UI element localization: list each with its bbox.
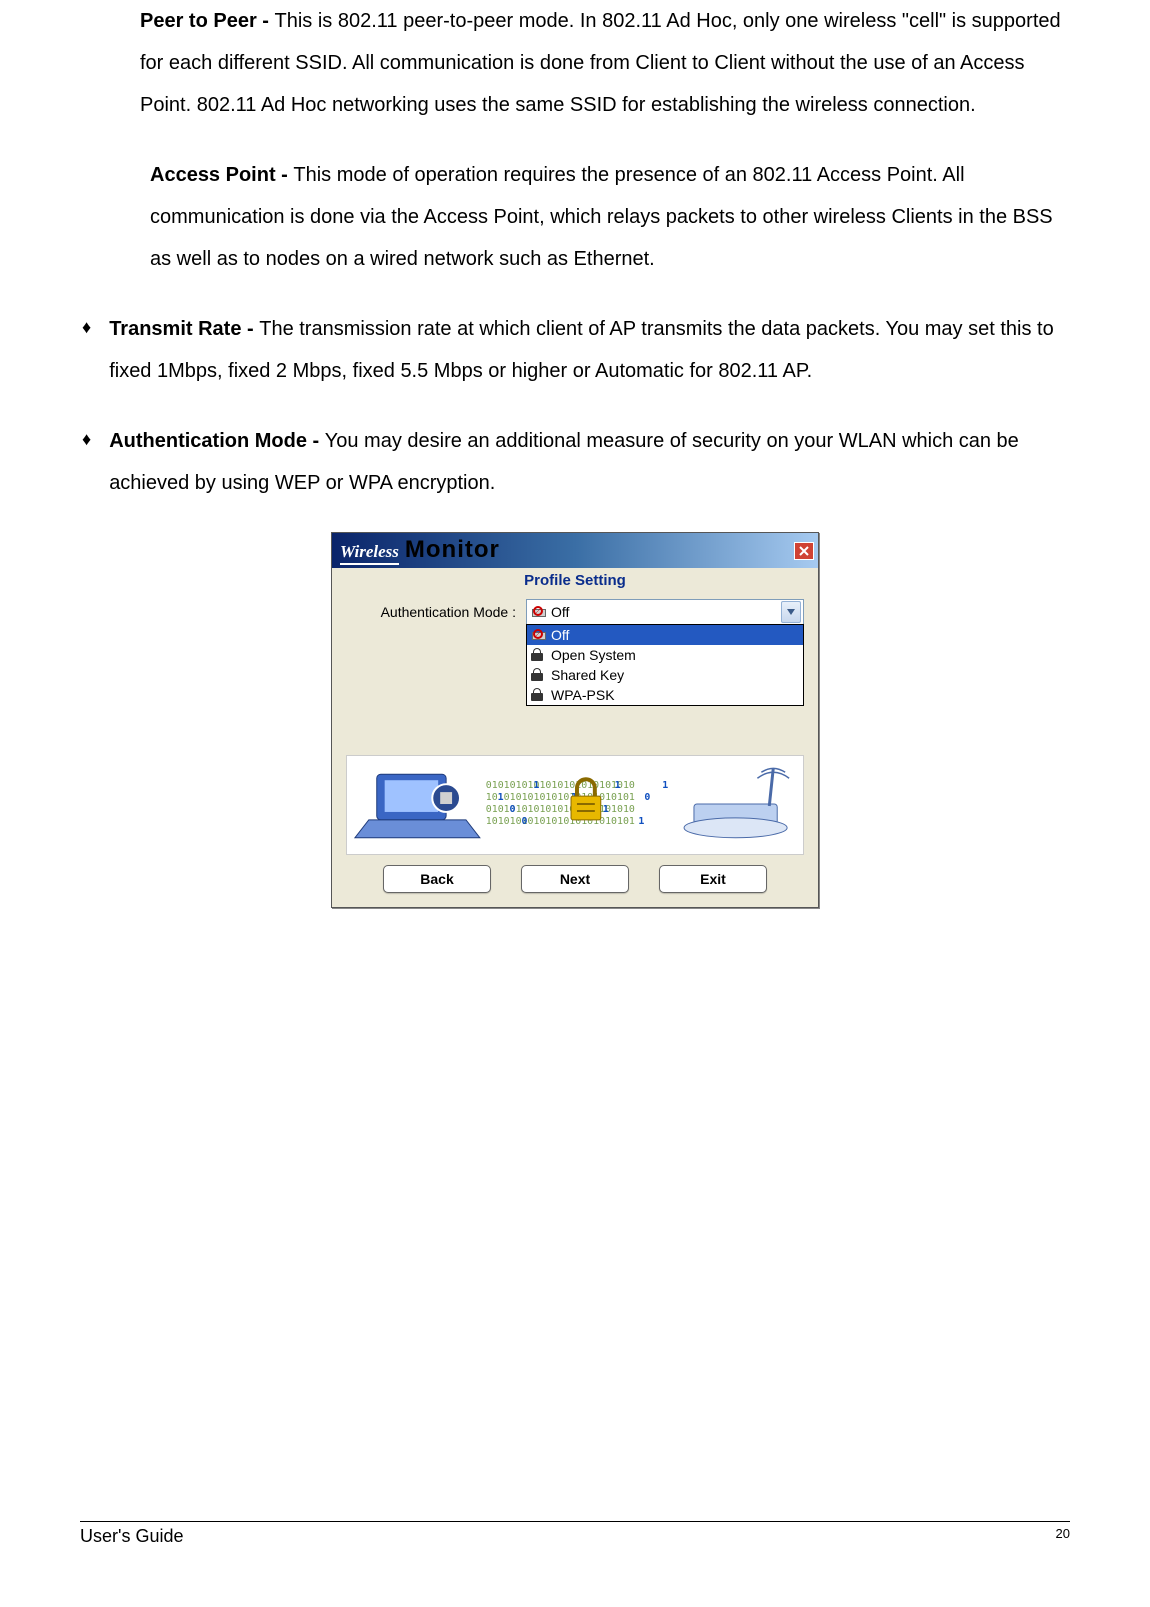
- svg-text:1: 1: [662, 780, 668, 791]
- back-button[interactable]: Back: [383, 865, 491, 893]
- label-access-point: Access Point -: [150, 164, 293, 186]
- option-label: Shared Key: [551, 667, 624, 683]
- option-off[interactable]: Off: [527, 625, 803, 645]
- auth-mode-row: Authentication Mode : Off: [346, 599, 804, 625]
- option-wpa-psk[interactable]: WPA-PSK: [527, 685, 803, 705]
- label-peer-to-peer: Peer to Peer -: [140, 10, 275, 32]
- option-label: WPA-PSK: [551, 687, 615, 703]
- dialog-button-row: Back Next Exit: [346, 855, 804, 897]
- svg-text:1: 1: [533, 780, 539, 791]
- label-transmit-rate: Transmit Rate -: [109, 318, 259, 340]
- paragraph-peer-to-peer: Peer to Peer - This is 802.11 peer-to-pe…: [140, 0, 1070, 126]
- bullet-transmit-rate: ♦ Transmit Rate - The transmission rate …: [80, 308, 1070, 392]
- svg-text:0101010101010101010101010: 0101010101010101010101010: [486, 780, 635, 791]
- paragraph-access-point: Access Point - This mode of operation re…: [150, 154, 1070, 280]
- svg-text:1: 1: [603, 804, 609, 815]
- next-button[interactable]: Next: [521, 865, 629, 893]
- svg-text:0: 0: [521, 816, 527, 827]
- diamond-bullet-icon: ♦: [82, 317, 91, 338]
- close-icon: [798, 545, 810, 557]
- lock-icon: [531, 668, 545, 682]
- auth-mode-combobox[interactable]: Off Off Open Sys: [526, 599, 804, 625]
- svg-text:1: 1: [638, 816, 644, 827]
- svg-text:1010101010101010101010101: 1010101010101010101010101: [486, 792, 635, 803]
- svg-text:0101010101010101010101010: 0101010101010101010101010: [486, 804, 635, 815]
- page-footer: User's Guide 20: [80, 1521, 1070, 1547]
- close-button[interactable]: [794, 542, 814, 560]
- section-title: Profile Setting: [346, 572, 804, 589]
- label-auth-mode: Authentication Mode -: [109, 430, 325, 452]
- network-illustration: 0101010101010101010101010 10101010101010…: [346, 755, 804, 855]
- brand-wireless: Wireless: [340, 542, 399, 565]
- dialog-titlebar: Wireless Monitor: [332, 533, 818, 568]
- footer-guide-label: User's Guide: [80, 1526, 183, 1547]
- auth-mode-label: Authentication Mode :: [346, 604, 516, 620]
- wireless-monitor-dialog: Wireless Monitor Profile Setting Authent…: [331, 532, 819, 908]
- chevron-down-icon: [781, 601, 801, 623]
- off-icon: [531, 605, 545, 619]
- svg-text:1: 1: [615, 780, 621, 791]
- auth-mode-dropdown-list: Off Open System Shared Key: [526, 624, 804, 706]
- lock-icon: [531, 688, 545, 702]
- brand-monitor: Monitor: [405, 536, 500, 564]
- svg-text:1010101010101010101010101: 1010101010101010101010101: [486, 816, 635, 827]
- off-icon: [531, 628, 545, 642]
- lock-icon: [531, 648, 545, 662]
- option-open-system[interactable]: Open System: [527, 645, 803, 665]
- option-label: Off: [551, 627, 569, 643]
- svg-text:1: 1: [498, 792, 504, 803]
- exit-button[interactable]: Exit: [659, 865, 767, 893]
- option-label: Open System: [551, 647, 636, 663]
- diamond-bullet-icon: ♦: [82, 429, 91, 450]
- text-peer-to-peer: This is 802.11 peer-to-peer mode. In 802…: [140, 10, 1061, 116]
- option-shared-key[interactable]: Shared Key: [527, 665, 803, 685]
- svg-text:0: 0: [510, 804, 516, 815]
- app-brand: Wireless Monitor: [340, 536, 500, 565]
- combobox-value: Off: [551, 604, 569, 620]
- svg-text:0: 0: [644, 792, 650, 803]
- bullet-auth-mode: ♦ Authentication Mode - You may desire a…: [80, 420, 1070, 504]
- page-number: 20: [1056, 1526, 1070, 1547]
